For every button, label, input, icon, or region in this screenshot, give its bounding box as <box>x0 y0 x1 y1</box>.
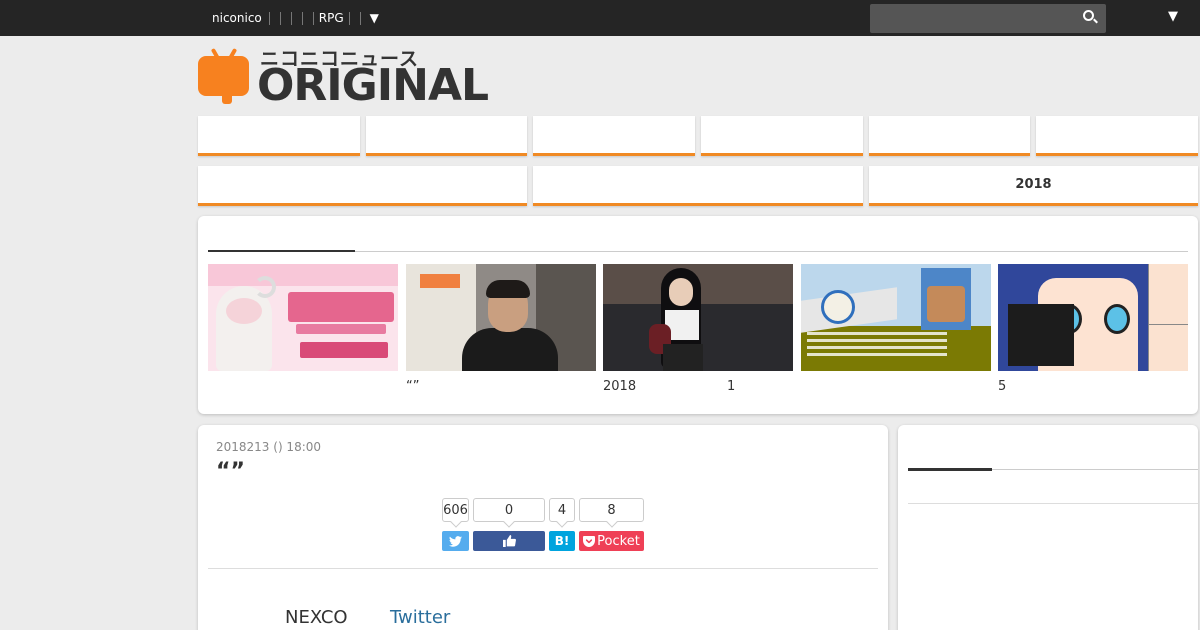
facebook-like-button[interactable] <box>473 531 545 551</box>
article-date: 2018213 () 18:00 <box>216 440 322 454</box>
thumb-horn <box>254 276 276 298</box>
thumb-title-box <box>1008 304 1074 366</box>
article-twitter-link[interactable]: Twitter <box>390 607 450 628</box>
side-divider <box>908 503 1198 504</box>
nav-separator <box>301 11 303 25</box>
ranking-panel: “” 2018 1 5 <box>198 216 1198 414</box>
ranking-caption[interactable]: “” <box>406 379 419 394</box>
thumb-caption-lines <box>807 332 947 335</box>
thumb-subtitle-block <box>296 324 386 334</box>
nav-separator <box>359 11 361 25</box>
ranking-tab-line <box>208 251 1188 252</box>
pocket-count: 8 <box>579 498 644 522</box>
feature-tab-2018[interactable]: 2018 <box>869 166 1198 206</box>
nav-separator <box>348 11 350 25</box>
article-title: “” <box>216 459 245 484</box>
thumb-person-body <box>462 328 558 371</box>
ranking-thumbnail[interactable] <box>998 264 1188 371</box>
ranking-caption[interactable]: 2018 <box>603 379 636 394</box>
thumb-character-eye <box>1104 304 1130 334</box>
category-tab[interactable] <box>533 116 695 156</box>
nav-separator <box>268 11 270 25</box>
nav-separator <box>290 11 292 25</box>
ranking-thumbnail[interactable] <box>801 264 991 371</box>
ranking-thumbnail[interactable] <box>406 264 596 371</box>
thumb-character <box>216 286 272 371</box>
site-nav: niconico RPG ▼ <box>212 0 379 36</box>
ranking-caption-rank[interactable]: 1 <box>727 379 735 394</box>
ranking-thumbnail[interactable] <box>603 264 793 371</box>
article-panel: 2018213 () 18:00 “” 606 0 4 8 B! Pocket … <box>198 425 888 630</box>
hatena-count: 4 <box>549 498 575 522</box>
thumb-cosplayer-face <box>669 278 693 306</box>
niconico-link[interactable]: niconico <box>212 11 262 25</box>
category-tab[interactable] <box>198 116 360 156</box>
feature-tab[interactable] <box>198 166 527 206</box>
thumbs-up-icon <box>502 535 516 547</box>
article-divider <box>208 568 878 569</box>
pocket-label: Pocket <box>597 533 640 549</box>
ranking-caption[interactable]: 5 <box>998 379 1006 394</box>
ranking-tab-active[interactable] <box>208 250 355 252</box>
thumb-title-block <box>288 292 394 322</box>
article-body-text: NEXCO <box>285 607 348 628</box>
thumb-dvd-cover <box>921 268 971 330</box>
nav-separator <box>279 11 281 25</box>
thumb-window-grid <box>1148 264 1188 371</box>
search-input[interactable] <box>870 4 1106 33</box>
account-menu-icon[interactable]: ▼ <box>1168 9 1178 24</box>
hatena-bookmark-button[interactable]: B! <box>549 531 575 551</box>
rpg-link[interactable]: RPG <box>319 11 344 25</box>
thumb-cosplayer-skirt <box>663 344 703 371</box>
ranking-thumbnail[interactable] <box>208 264 398 371</box>
category-tab[interactable] <box>869 116 1030 156</box>
pocket-save-button[interactable]: Pocket <box>579 531 644 551</box>
thumb-person-hair <box>486 280 530 298</box>
site-logo[interactable]: ニコニコニュース ORIGINAL <box>198 44 489 111</box>
feature-tab[interactable] <box>533 166 863 206</box>
pocket-icon <box>583 535 596 547</box>
twitter-icon <box>449 535 462 547</box>
search-icon[interactable] <box>1083 10 1094 21</box>
side-panel <box>898 425 1198 630</box>
thumb-banner <box>208 264 398 286</box>
category-tab[interactable] <box>701 116 863 156</box>
top-bar: niconico RPG ▼ ▼ <box>0 0 1200 36</box>
more-dropdown-icon[interactable]: ▼ <box>370 11 379 25</box>
category-tab[interactable] <box>366 116 527 156</box>
facebook-count: 0 <box>473 498 545 522</box>
thumb-character <box>821 290 855 324</box>
tv-icon <box>198 56 249 104</box>
twitter-count: 606 <box>442 498 469 522</box>
category-tab[interactable] <box>1036 116 1198 156</box>
thumb-tag-block <box>300 342 388 358</box>
nav-separator <box>312 11 314 25</box>
side-tab-active[interactable] <box>908 468 992 471</box>
twitter-share-button[interactable] <box>442 531 469 551</box>
logo-wordmark: ORIGINAL <box>257 60 489 111</box>
